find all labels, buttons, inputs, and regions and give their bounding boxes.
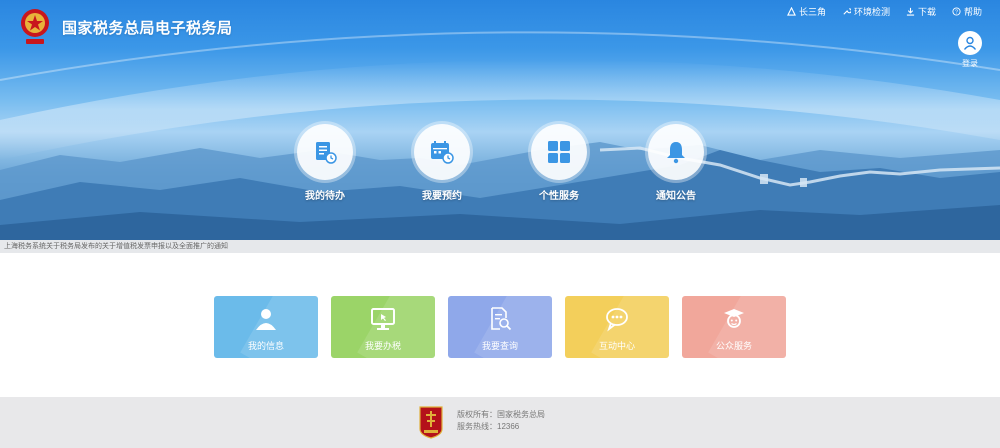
tax-badge-logo xyxy=(418,405,444,444)
site-title: 国家税务总局电子税务局 xyxy=(62,20,233,37)
graduate-icon xyxy=(724,309,744,328)
service-tiles: 我的信息 我要办税 我要查询 互动中心 公众服务 xyxy=(214,296,786,358)
tile-label: 我的信息 xyxy=(247,341,284,351)
calendar-clock-icon xyxy=(431,141,454,164)
user-icon xyxy=(963,36,977,50)
top-links: 长三角 环境检测 下载 ? 帮助 xyxy=(786,5,982,18)
grid-icon xyxy=(548,141,570,163)
footer-info: 版权所有：国家税务总局 服务热线：12366 xyxy=(457,409,545,433)
top-link-env-check[interactable]: 环境检测 xyxy=(842,5,890,18)
tile-public-service[interactable]: 公众服务 xyxy=(682,296,786,358)
notice-ticker[interactable]: 上海税务系统关于税务局发布的关于增值税发票申报以及全面推广的通知 xyxy=(0,240,1000,253)
download-icon xyxy=(906,7,915,16)
tile-label: 我要查询 xyxy=(481,341,518,351)
footer: 版权所有：国家税务总局 服务热线：12366 xyxy=(0,397,1000,448)
login-button[interactable]: 登录 xyxy=(957,31,983,69)
hero-menu-personal-service[interactable]: 个性服务 xyxy=(519,124,599,202)
hero-menu-appointment[interactable]: 我要预约 xyxy=(402,124,482,202)
hero-menu: 我的待办 我要预约 个性服务 通知公告 xyxy=(0,124,1000,204)
search-doc-icon xyxy=(491,307,512,331)
top-link-label: 长三角 xyxy=(798,7,826,17)
top-link-help[interactable]: ? 帮助 xyxy=(952,5,982,18)
avatar xyxy=(958,31,982,55)
tile-my-info[interactable]: 我的信息 xyxy=(214,296,318,358)
hero-menu-notice[interactable]: 通知公告 xyxy=(636,124,716,202)
hero-menu-todo[interactable]: 我的待办 xyxy=(285,124,365,202)
hero-banner: 国家税务总局电子税务局 长三角 环境检测 下载 ? 帮助 登录 我的待办 我要预… xyxy=(0,0,1000,240)
wrench-icon xyxy=(843,8,851,15)
top-link-label: 环境检测 xyxy=(853,7,890,17)
footer-copyright: 版权所有：国家税务总局 xyxy=(457,410,545,419)
top-link-label: 帮助 xyxy=(963,7,982,17)
hero-menu-label: 我的待办 xyxy=(305,191,345,202)
tile-tax-handling[interactable]: 我要办税 xyxy=(331,296,435,358)
tile-label: 我要办税 xyxy=(364,341,401,351)
tile-label: 互动中心 xyxy=(598,341,635,351)
todo-clock-icon xyxy=(316,142,337,164)
tile-interaction-center[interactable]: 互动中心 xyxy=(565,296,669,358)
tile-label: 公众服务 xyxy=(715,341,752,351)
hero-menu-label: 我要预约 xyxy=(422,191,462,202)
top-link-label: 下载 xyxy=(917,7,936,17)
tile-query[interactable]: 我要查询 xyxy=(448,296,552,358)
hero-menu-label: 个性服务 xyxy=(539,191,579,202)
tax-emblem-logo[interactable] xyxy=(18,6,52,46)
bell-icon xyxy=(667,142,685,164)
login-label: 登录 xyxy=(962,59,978,68)
top-link-download[interactable]: 下载 xyxy=(906,5,936,18)
chat-icon xyxy=(606,308,628,332)
help-icon: ? xyxy=(952,7,961,16)
triangle-icon xyxy=(786,7,796,16)
monitor-icon xyxy=(371,308,395,330)
hero-menu-label: 通知公告 xyxy=(656,191,696,202)
user-icon xyxy=(256,309,276,330)
footer-hotline: 服务热线：12366 xyxy=(457,422,520,431)
top-link-yangtze-delta[interactable]: 长三角 xyxy=(786,5,826,18)
svg-text:?: ? xyxy=(955,10,958,16)
